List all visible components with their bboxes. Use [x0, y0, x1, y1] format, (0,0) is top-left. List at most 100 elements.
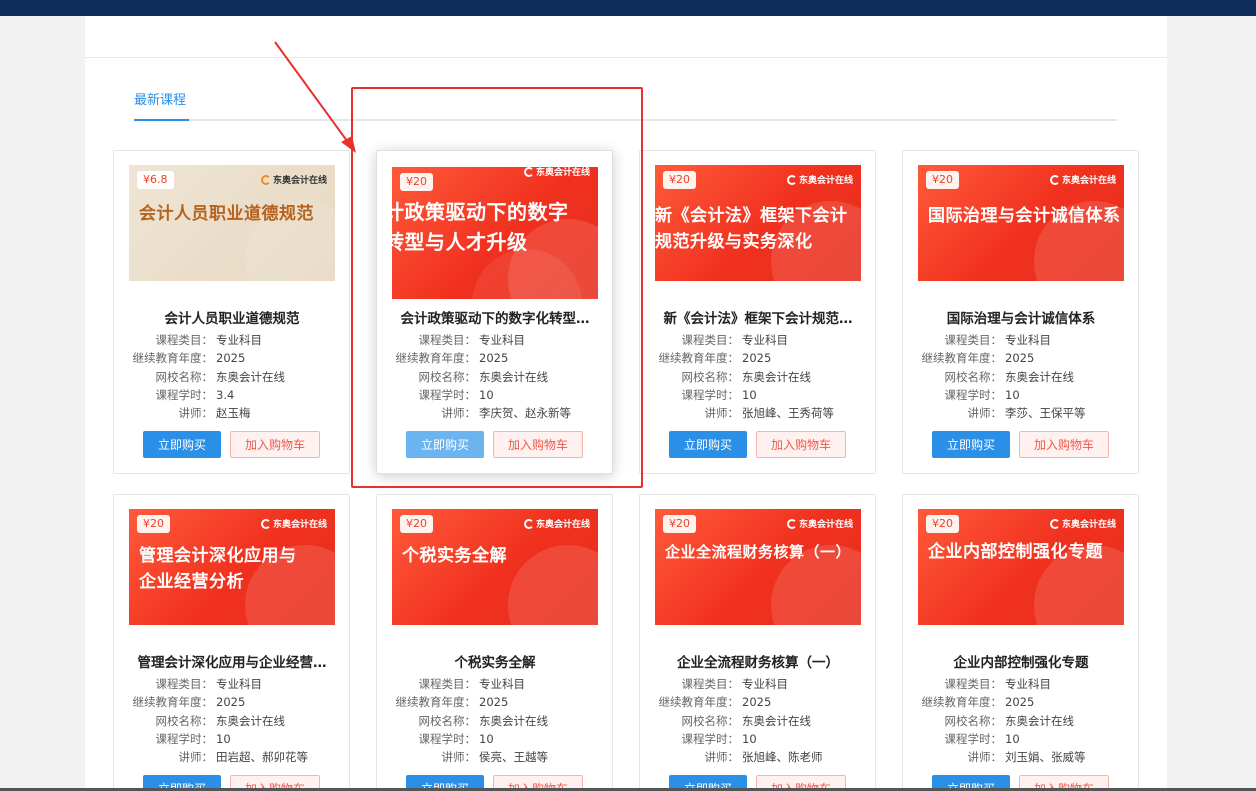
year-label: 继续教育年度： [395, 695, 477, 709]
hours-value: 10 [1005, 732, 1020, 746]
course-title[interactable]: 企业全流程财务核算（一） [655, 651, 861, 671]
lecturer-value: 张旭峰、王秀荷等 [742, 406, 834, 420]
course-title[interactable]: 管理会计深化应用与企业经营… [129, 651, 335, 671]
add-to-cart-button[interactable]: 加入购物车 [493, 431, 583, 458]
buy-now-button[interactable]: 立即购买 [932, 431, 1010, 458]
year-value: 2025 [1005, 695, 1035, 709]
course-card[interactable]: ¥6.8 东奥会计在线 会计人员职业道德规范 会计人员职业道德规范 课程类目：专… [113, 150, 350, 474]
school-label: 网校名称： [418, 714, 477, 728]
course-thumbnail[interactable]: ¥20 东奥会计在线 管理会计深化应用与 企业经营分析 [129, 509, 335, 625]
brand-logo-icon [523, 167, 534, 177]
course-thumbnail[interactable]: ¥20 东奥会计在线 企业内部控制强化专题 [918, 509, 1124, 625]
school-value: 东奥会计在线 [216, 370, 285, 384]
category-label: 课程类目： [681, 333, 740, 347]
brand-name: 东奥会计在线 [272, 520, 327, 530]
course-card[interactable]: ¥20 东奥会计在线 计政策驱动下的数字 转型与人才升级 会计政策驱动下的数字化… [376, 150, 613, 474]
hours-label: 课程学时： [944, 732, 1003, 746]
category-value: 专业科目 [742, 677, 788, 691]
category-label: 课程类目： [155, 677, 214, 691]
panel-divider [85, 57, 1167, 58]
brand-name: 东奥会计在线 [798, 520, 853, 530]
price-badge: ¥20 [137, 515, 170, 533]
add-to-cart-button[interactable]: 加入购物车 [230, 431, 320, 458]
brand-name: 东奥会计在线 [1061, 520, 1116, 530]
brand-name: 东奥会计在线 [798, 176, 853, 186]
course-title[interactable]: 新《会计法》框架下会计规范… [655, 307, 861, 327]
category-label: 课程类目： [155, 333, 214, 347]
lecturer-value: 刘玉娟、张威等 [1005, 750, 1086, 764]
price-badge: ¥20 [400, 173, 433, 191]
school-value: 东奥会计在线 [742, 714, 811, 728]
school-label: 网校名称： [944, 370, 1003, 384]
buy-now-button[interactable]: 立即购买 [669, 431, 747, 458]
category-value: 专业科目 [216, 333, 262, 347]
add-to-cart-button[interactable]: 加入购物车 [756, 431, 846, 458]
thumbnail-headline: 国际治理与会计诚信体系 [928, 206, 1121, 226]
year-value: 2025 [479, 351, 509, 365]
hours-value: 10 [1005, 388, 1020, 402]
course-thumbnail[interactable]: ¥20 东奥会计在线 计政策驱动下的数字 转型与人才升级 [392, 167, 598, 299]
lecturer-value: 侯亮、王越等 [479, 750, 548, 764]
hours-label: 课程学时： [681, 732, 740, 746]
tab-latest-courses[interactable]: 最新课程 [134, 91, 186, 121]
brand-logo: 东奥会计在线 [523, 517, 590, 530]
buy-now-button[interactable]: 立即购买 [406, 431, 484, 458]
course-title[interactable]: 会计政策驱动下的数字化转型… [392, 307, 598, 327]
year-label: 继续教育年度： [921, 695, 1003, 709]
course-thumbnail[interactable]: ¥20 东奥会计在线 企业全流程财务核算（一） [655, 509, 861, 625]
category-label: 课程类目： [418, 333, 477, 347]
top-header-bar [0, 0, 1256, 16]
course-card[interactable]: ¥20 东奥会计在线 新《会计法》框架下会计 规范升级与实务深化 新《会计法》框… [639, 150, 876, 474]
tab-bar: 最新课程 [134, 91, 1117, 121]
course-card[interactable]: ¥20 东奥会计在线 个税实务全解 个税实务全解 课程类目： 专业科目 继续教育年… [376, 494, 613, 791]
course-card[interactable]: ¥20 东奥会计在线 企业全流程财务核算（一） 企业全流程财务核算（一） 课程类… [639, 494, 876, 791]
course-card[interactable]: ¥20 东奥会计在线 企业内部控制强化专题 企业内部控制强化专题 课程类目： 专业… [902, 494, 1139, 791]
category-value: 专业科目 [479, 677, 525, 691]
course-thumbnail[interactable]: ¥20 东奥会计在线 新《会计法》框架下会计 规范升级与实务深化 [655, 165, 861, 281]
category-value: 专业科目 [1005, 677, 1051, 691]
course-title[interactable]: 个税实务全解 [392, 651, 598, 671]
course-title[interactable]: 会计人员职业道德规范 [129, 307, 335, 327]
thumbnail-headline: 计政策驱动下的数字 转型与人才升级 [392, 200, 569, 254]
course-thumbnail[interactable]: ¥20 东奥会计在线 个税实务全解 [392, 509, 598, 625]
lecturer-label: 讲师： [967, 750, 1003, 764]
brand-logo-icon [523, 518, 534, 529]
category-value: 专业科目 [742, 333, 788, 347]
hours-value: 3.4 [216, 388, 235, 402]
thumbnail-headline: 个税实务全解 [402, 546, 507, 566]
school-label: 网校名称： [944, 714, 1003, 728]
lecturer-label: 讲师： [967, 406, 1003, 420]
hours-label: 课程学时： [418, 388, 477, 402]
add-to-cart-button[interactable]: 加入购物车 [1019, 431, 1109, 458]
brand-logo-icon [1049, 174, 1060, 185]
course-title[interactable]: 企业内部控制强化专题 [918, 651, 1124, 671]
course-thumbnail[interactable]: ¥6.8 东奥会计在线 会计人员职业道德规范 [129, 165, 335, 281]
lecturer-value: 李庆贺、赵永新等 [479, 406, 571, 420]
lecturer-label: 讲师： [178, 406, 214, 420]
lecturer-label: 讲师： [178, 750, 214, 764]
category-value: 专业科目 [479, 333, 525, 347]
course-card[interactable]: ¥20 东奥会计在线 国际治理与会计诚信体系 国际治理与会计诚信体系 课程类目：… [902, 150, 1139, 474]
year-label: 继续教育年度： [132, 695, 214, 709]
hours-label: 课程学时： [155, 388, 214, 402]
school-value: 东奥会计在线 [216, 714, 285, 728]
brand-logo: 东奥会计在线 [523, 167, 590, 178]
price-badge: ¥6.8 [137, 171, 174, 189]
price-badge: ¥20 [663, 515, 696, 533]
buy-now-button[interactable]: 立即购买 [143, 431, 221, 458]
school-label: 网校名称： [681, 370, 740, 384]
course-thumbnail[interactable]: ¥20 东奥会计在线 国际治理与会计诚信体系 [918, 165, 1124, 281]
course-title[interactable]: 国际治理与会计诚信体系 [918, 307, 1124, 327]
year-label: 继续教育年度： [132, 351, 214, 365]
brand-logo-icon [260, 174, 271, 185]
lecturer-value: 田岩超、郝卯花等 [216, 750, 308, 764]
category-label: 课程类目： [681, 677, 740, 691]
brand-logo-icon [260, 518, 271, 529]
course-card[interactable]: ¥20 东奥会计在线 管理会计深化应用与 企业经营分析 管理会计深化应用与企业经… [113, 494, 350, 791]
category-value: 专业科目 [216, 677, 262, 691]
price-badge: ¥20 [400, 515, 433, 533]
school-label: 网校名称： [681, 714, 740, 728]
brand-logo: 东奥会计在线 [1049, 173, 1116, 186]
category-label: 课程类目： [418, 677, 477, 691]
category-label: 课程类目： [944, 677, 1003, 691]
